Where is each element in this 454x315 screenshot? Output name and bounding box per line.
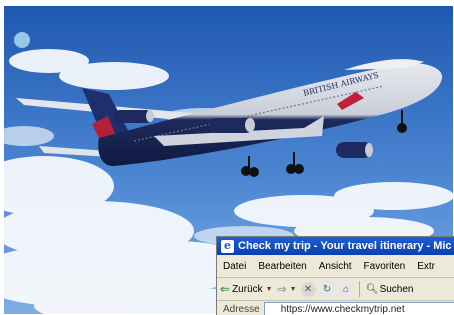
toolbar-separator [359,281,360,297]
search-label: Suchen [380,284,414,295]
back-arrow-icon: ⇐ [220,282,230,296]
forward-dropdown-icon[interactable]: ▼ [290,286,297,293]
address-input[interactable]: https://www.checkmytrip.net [264,302,454,315]
search-button[interactable]: 🔍︎ Suchen [363,282,414,297]
menu-extras[interactable]: Extr [411,261,441,272]
search-icon: 🔍︎ [365,282,380,297]
back-label: Zurück [232,284,263,295]
menu-favoriten[interactable]: Favoriten [358,261,412,272]
menu-datei[interactable]: Datei [217,261,252,272]
title-bar: e Check my trip - Your travel itinerary … [217,237,454,255]
browser-window: e Check my trip - Your travel itinerary … [216,236,454,315]
forward-button[interactable]: ⇒ [277,282,287,296]
stop-icon[interactable]: ✕ [301,282,316,297]
home-icon[interactable]: ⌂ [339,282,354,297]
menu-ansicht[interactable]: Ansicht [313,261,358,272]
back-dropdown-icon[interactable]: ▼ [266,286,273,293]
menu-bearbeiten[interactable]: Bearbeiten [252,261,312,272]
refresh-icon[interactable]: ↻ [320,282,335,297]
address-label: Adresse [217,304,264,315]
address-bar: Adresse https://www.checkmytrip.net [217,301,454,315]
menu-bar: Datei Bearbeiten Ansicht Favoriten Extr [217,255,454,278]
window-title: Check my trip - Your travel itinerary - … [238,237,452,255]
back-button[interactable]: ⇐ Zurück ▼ [220,282,273,296]
toolbar: ⇐ Zurück ▼ ⇒ ▼ ✕ ↻ ⌂ 🔍︎ Suchen [217,278,454,301]
internet-explorer-icon: e [221,240,234,253]
